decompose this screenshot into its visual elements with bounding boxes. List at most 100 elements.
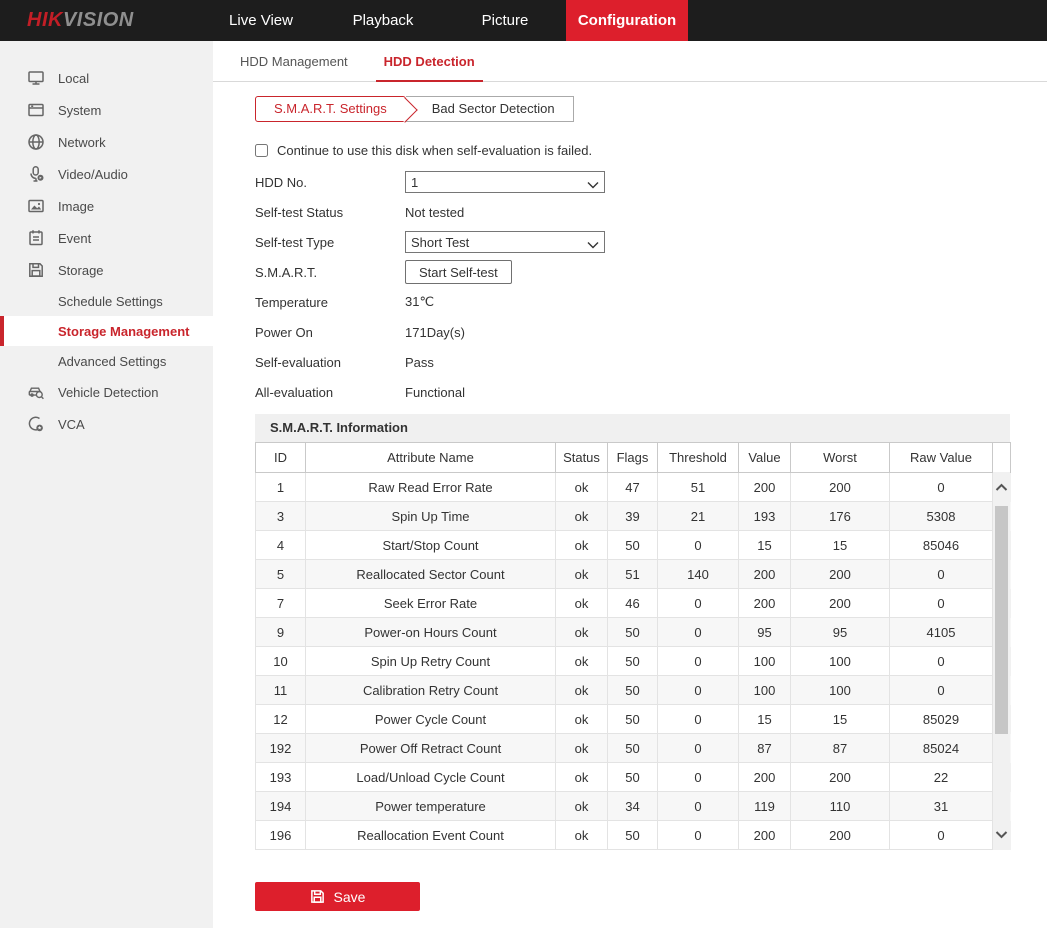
- table-cell: 50: [608, 618, 658, 647]
- sidebar-item-network[interactable]: Network: [0, 126, 213, 158]
- table-row: 196Reallocation Event Countok5002002000: [256, 821, 1011, 850]
- vehicle-detection-icon: [27, 383, 45, 401]
- sidebar-item-label: VCA: [58, 417, 85, 432]
- table-cell: 15: [739, 705, 791, 734]
- col-header-attribute-name: Attribute Name: [306, 443, 556, 473]
- nav-tab-playback[interactable]: Playback: [322, 0, 444, 41]
- sidebar-item-event[interactable]: Event: [0, 222, 213, 254]
- all-evaluation-value: Functional: [405, 385, 465, 400]
- table-row: 9Power-on Hours Countok50095954105: [256, 618, 1011, 647]
- table-cell: 11: [256, 676, 306, 705]
- scroll-down-icon[interactable]: [993, 821, 1010, 847]
- sidebar-item-label: Schedule Settings: [58, 294, 163, 309]
- subtab-bad-sector-detection[interactable]: Bad Sector Detection: [406, 96, 574, 122]
- self-evaluation-row: Self-evaluation Pass: [255, 347, 1047, 377]
- save-button[interactable]: Save: [255, 882, 420, 911]
- subtab-smart-settings[interactable]: S.M.A.R.T. Settings: [255, 96, 406, 122]
- table-cell: 7: [256, 589, 306, 618]
- sidebar-item-image[interactable]: Image: [0, 190, 213, 222]
- sidebar-item-schedule-settings[interactable]: Schedule Settings: [0, 286, 213, 316]
- table-row: 4Start/Stop Countok500151585046: [256, 531, 1011, 560]
- table-cell: 85046: [890, 531, 993, 560]
- smart-table-wrap: ID Attribute Name Status Flags Threshold…: [255, 442, 1010, 850]
- window-icon: [27, 101, 45, 119]
- table-cell: ok: [556, 676, 608, 705]
- hdd-no-select[interactable]: 1: [405, 171, 605, 193]
- table-cell: 12: [256, 705, 306, 734]
- scroll-up-icon[interactable]: [993, 474, 1010, 500]
- self-test-type-select[interactable]: Short Test: [405, 231, 605, 253]
- table-row: 10Spin Up Retry Countok5001001000: [256, 647, 1011, 676]
- table-cell: 110: [791, 792, 890, 821]
- nav-tab-live-view[interactable]: Live View: [200, 0, 322, 41]
- table-row: 7Seek Error Rateok4602002000: [256, 589, 1011, 618]
- sidebar-item-label: Storage: [58, 263, 104, 278]
- nav-tab-picture[interactable]: Picture: [444, 0, 566, 41]
- start-self-test-button[interactable]: Start Self-test: [405, 260, 512, 284]
- table-cell: Start/Stop Count: [306, 531, 556, 560]
- continue-use-disk-label: Continue to use this disk when self-eval…: [277, 143, 592, 158]
- save-button-label: Save: [334, 889, 366, 905]
- continue-use-disk-checkbox[interactable]: [255, 144, 268, 157]
- microphone-icon: [27, 165, 45, 183]
- save-icon: [310, 889, 325, 904]
- table-cell: 0: [890, 821, 993, 850]
- self-test-status-value: Not tested: [405, 205, 464, 220]
- smart-label: S.M.A.R.T.: [255, 265, 405, 280]
- col-header-flags: Flags: [608, 443, 658, 473]
- sidebar-item-local[interactable]: Local: [0, 62, 213, 94]
- table-cell: Power-on Hours Count: [306, 618, 556, 647]
- sidebar-item-storage[interactable]: Storage: [0, 254, 213, 286]
- tab-hdd-management[interactable]: HDD Management: [232, 41, 356, 81]
- sidebar-item-system[interactable]: System: [0, 94, 213, 126]
- table-cell: ok: [556, 618, 608, 647]
- sidebar-item-video-audio[interactable]: Video/Audio: [0, 158, 213, 190]
- sidebar-item-storage-management[interactable]: Storage Management: [0, 316, 213, 346]
- smart-table-body: 1Raw Read Error Rateok475120020003Spin U…: [256, 473, 1011, 850]
- table-cell: 192: [256, 734, 306, 763]
- sidebar-item-advanced-settings[interactable]: Advanced Settings: [0, 346, 213, 376]
- table-cell: ok: [556, 792, 608, 821]
- table-cell: 87: [739, 734, 791, 763]
- smart-form: HDD No. 1 Self-test Status Not tested Se…: [255, 167, 1047, 407]
- table-cell: ok: [556, 647, 608, 676]
- table-cell: Seek Error Rate: [306, 589, 556, 618]
- hikvision-logo: HIKVISION: [0, 0, 200, 41]
- table-cell: 51: [608, 560, 658, 589]
- table-row: 1Raw Read Error Rateok47512002000: [256, 473, 1011, 502]
- table-scrollbar[interactable]: [993, 472, 1010, 849]
- nav-tab-configuration[interactable]: Configuration: [566, 0, 688, 41]
- col-header-threshold: Threshold: [658, 443, 739, 473]
- table-cell: 0: [658, 589, 739, 618]
- table-cell: 0: [890, 647, 993, 676]
- table-cell: 50: [608, 676, 658, 705]
- table-cell: 200: [791, 821, 890, 850]
- table-cell: 50: [608, 705, 658, 734]
- sidebar-item-label: Network: [58, 135, 106, 150]
- hdd-no-value: 1: [411, 175, 418, 190]
- table-row: 12Power Cycle Countok500151585029: [256, 705, 1011, 734]
- all-evaluation-row: All-evaluation Functional: [255, 377, 1047, 407]
- table-cell: 200: [791, 763, 890, 792]
- scrollbar-thumb[interactable]: [995, 506, 1008, 734]
- table-cell: 4105: [890, 618, 993, 647]
- table-cell: Power temperature: [306, 792, 556, 821]
- table-cell: 140: [658, 560, 739, 589]
- temperature-value: 31℃: [405, 294, 434, 310]
- power-on-row: Power On 171Day(s): [255, 317, 1047, 347]
- table-cell: 119: [739, 792, 791, 821]
- tab-hdd-detection[interactable]: HDD Detection: [376, 41, 483, 82]
- table-header-row: ID Attribute Name Status Flags Threshold…: [256, 443, 1011, 473]
- sidebar-item-label: Local: [58, 71, 89, 86]
- table-cell: 176: [791, 502, 890, 531]
- sidebar: Local System Network Video/Audio Image E…: [0, 41, 213, 928]
- sidebar-item-vca[interactable]: VCA: [0, 408, 213, 440]
- table-cell: 50: [608, 763, 658, 792]
- sidebar-item-label: Image: [58, 199, 94, 214]
- table-cell: Reallocated Sector Count: [306, 560, 556, 589]
- sidebar-item-vehicle-detection[interactable]: Vehicle Detection: [0, 376, 213, 408]
- table-cell: 85024: [890, 734, 993, 763]
- table-cell: 15: [791, 705, 890, 734]
- self-test-type-label: Self-test Type: [255, 235, 405, 250]
- table-cell: 51: [658, 473, 739, 502]
